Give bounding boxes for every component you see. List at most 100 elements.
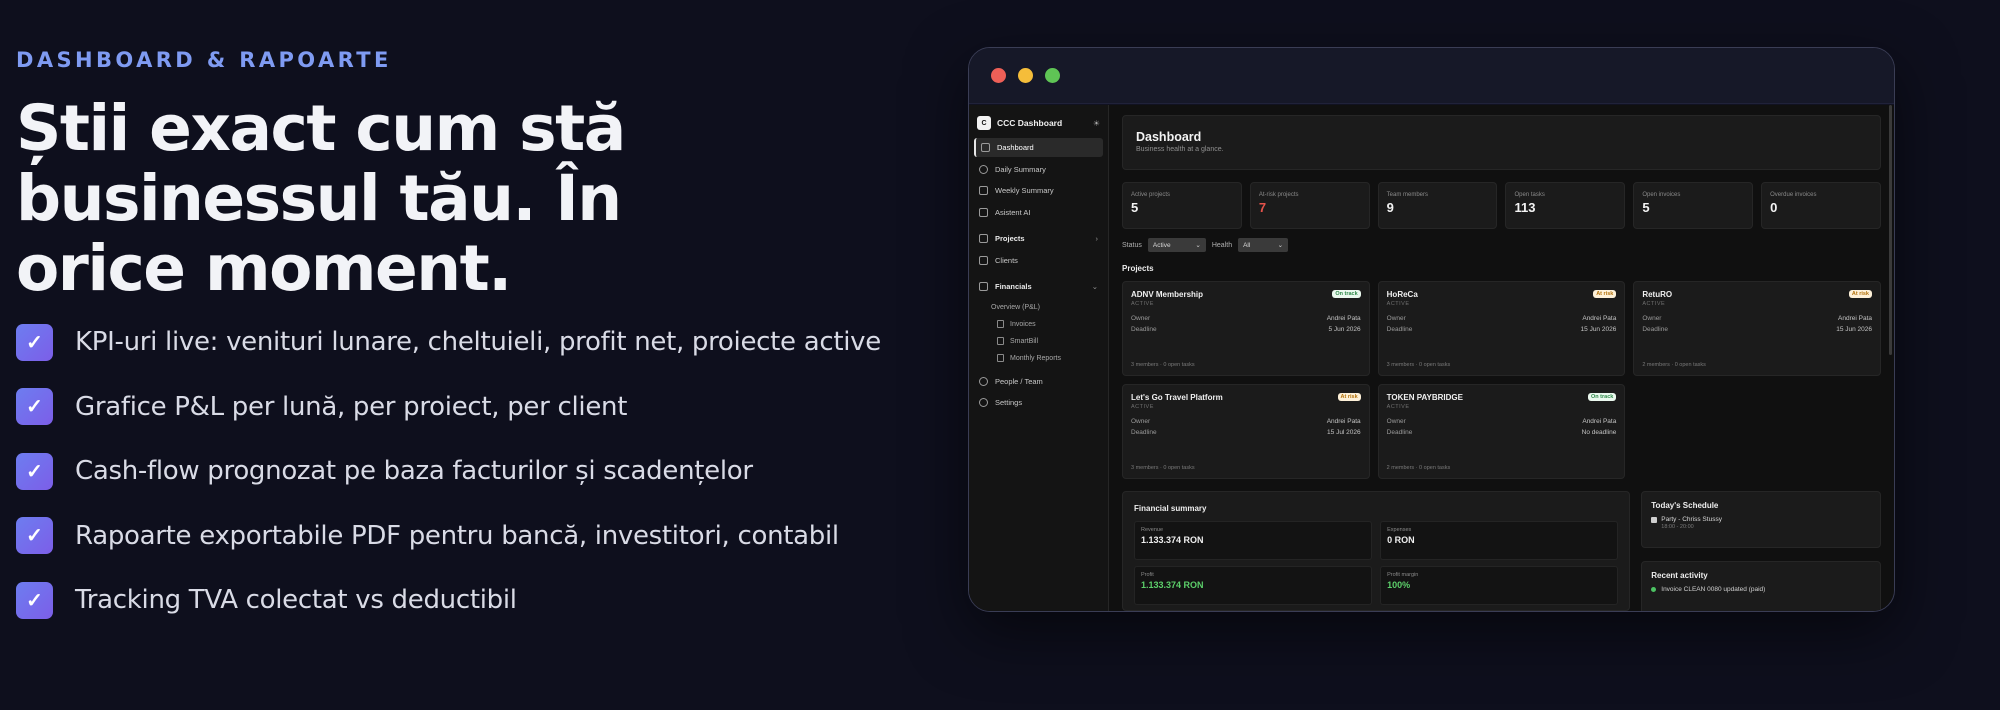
- kpi-value: 5: [1131, 200, 1139, 215]
- owner-label: Owner: [1386, 418, 1406, 425]
- sidebar-item-label: Settings: [995, 398, 1023, 407]
- project-name: RetuRO: [1642, 290, 1673, 299]
- theme-toggle-icon[interactable]: ☀: [1093, 119, 1100, 128]
- invoice-icon: [997, 320, 1004, 328]
- kpi-value: 0: [1770, 200, 1778, 215]
- bottom-row: Financial summary Revenue 1.133.374 RON E…: [1122, 491, 1881, 611]
- sidebar-item-weekly-summary[interactable]: Weekly Summary: [974, 181, 1103, 200]
- feature-item: ✓ Rapoarte exportabile PDF pentru bancă, …: [16, 504, 916, 569]
- activity-text: Invoice CLEAN 0080 updated (paid): [1661, 586, 1766, 593]
- status-filter-value: Active: [1152, 241, 1171, 249]
- chevron-down-icon: ⌄: [1277, 242, 1284, 249]
- project-name: HoReCa: [1386, 290, 1418, 299]
- project-status: ACTIVE: [1131, 301, 1154, 307]
- calendar-icon: [1651, 516, 1658, 523]
- project-card[interactable]: HoReCa ACTIVE At risk Owner Andrei Pata D…: [1377, 281, 1626, 376]
- owner-value: Andrei Pata: [1326, 418, 1361, 425]
- revenue-value: 1.133.374 RON: [1141, 535, 1204, 545]
- sidebar-item-label: Asistent AI: [995, 207, 1031, 217]
- feature-item: ✓ Grafice P&L per lună, per proiect, per …: [16, 375, 916, 440]
- deadline-value: 5 Jun 2026: [1328, 326, 1361, 333]
- sidebar-item-projects[interactable]: Projects ›: [974, 229, 1103, 248]
- kpi-value: 113: [1514, 200, 1536, 215]
- project-card[interactable]: RetuRO ACTIVE At risk Owner Andrei Pata D…: [1633, 281, 1881, 376]
- project-grid: ADNV Membership ACTIVE On track Owner And…: [1122, 281, 1881, 479]
- kpi-value: 7: [1258, 200, 1267, 215]
- project-card[interactable]: Let's Go Travel Platform ACTIVE At risk …: [1122, 384, 1370, 479]
- kpi-card: Team members 9: [1377, 182, 1498, 229]
- project-card[interactable]: TOKEN PAYBRIDGE ACTIVE On track Owner And…: [1377, 384, 1626, 479]
- sidebar-subitem-invoices[interactable]: Invoices: [974, 316, 1103, 333]
- owner-label: Owner: [1642, 315, 1662, 322]
- sidebar: C CCC Dashboard ☀ Dashboard Daily Summar…: [969, 105, 1109, 611]
- schedule-card: Today's Schedule Party - Chriss Stussy 1…: [1641, 491, 1881, 548]
- sidebar-subitem-smartbill[interactable]: SmartBill: [974, 333, 1103, 350]
- chevron-down-icon: ⌄: [1091, 282, 1098, 291]
- deadline-label: Deadline: [1386, 429, 1413, 436]
- deadline-value: 15 Jun 2026: [1836, 326, 1872, 333]
- sidebar-item-label: SmartBill: [1010, 337, 1039, 345]
- sidebar-item-ai-assistant[interactable]: Asistent AI: [974, 203, 1103, 222]
- health-badge: At risk: [1848, 290, 1872, 298]
- minimize-window-dot[interactable]: [1018, 68, 1033, 83]
- deadline-label: Deadline: [1131, 326, 1157, 333]
- feature-text: Cash-flow prognozat pe baza facturilor ș…: [75, 456, 753, 487]
- sidebar-subitem-overview[interactable]: Overview (P&L): [974, 299, 1103, 316]
- check-icon: ✓: [16, 581, 53, 619]
- health-filter-label: Health: [1211, 241, 1233, 249]
- filter-bar: Status Active ⌄ Health All ⌄: [1122, 238, 1881, 252]
- profit-label: Profit: [1141, 572, 1154, 578]
- status-dot-icon: [1651, 587, 1657, 592]
- event-title: Party - Chriss Stussy: [1661, 516, 1722, 523]
- sidebar-item-label: Weekly Summary: [995, 186, 1054, 195]
- gear-icon: [979, 398, 988, 407]
- folder-icon: [979, 234, 988, 243]
- kpi-label: At-risk projects: [1258, 192, 1299, 198]
- recent-activity-title: Recent activity: [1651, 571, 1708, 580]
- owner-label: Owner: [1131, 418, 1151, 425]
- grid-icon: [981, 143, 990, 152]
- status-filter-select[interactable]: Active ⌄: [1147, 238, 1206, 252]
- recent-activity-card: Recent activity Invoice CLEAN 0080 updat…: [1641, 561, 1881, 611]
- schedule-event[interactable]: Party - Chriss Stussy: [1651, 516, 1871, 523]
- projects-section-title: Projects: [1122, 264, 1154, 273]
- health-filter-value: All: [1243, 241, 1251, 249]
- sidebar-item-settings[interactable]: Settings: [974, 393, 1103, 412]
- sun-icon: [979, 164, 988, 174]
- scrollbar[interactable]: [1889, 105, 1892, 355]
- owner-value: Andrei Pata: [1582, 418, 1617, 425]
- sidebar-item-label: People / Team: [995, 376, 1043, 386]
- sidebar-item-dashboard[interactable]: Dashboard: [974, 138, 1103, 157]
- revenue-box: Revenue 1.133.374 RON: [1134, 521, 1373, 560]
- page-subtitle: Business health at a glance.: [1136, 146, 1224, 153]
- sidebar-item-daily-summary[interactable]: Daily Summary: [974, 160, 1103, 179]
- owner-label: Owner: [1386, 315, 1406, 322]
- sidebar-item-financials[interactable]: Financials ⌄: [974, 277, 1103, 296]
- project-card[interactable]: ADNV Membership ACTIVE On track Owner And…: [1122, 281, 1370, 376]
- sidebar-item-label: Daily Summary: [995, 164, 1046, 174]
- profit-box: Profit 1.133.374 RON: [1134, 566, 1373, 605]
- maximize-window-dot[interactable]: [1045, 68, 1060, 83]
- window-titlebar: [969, 48, 1894, 104]
- owner-label: Owner: [1131, 315, 1151, 322]
- project-status: ACTIVE: [1642, 301, 1666, 307]
- sidebar-item-people[interactable]: People / Team: [974, 372, 1103, 391]
- brand-name: CCC Dashboard: [997, 118, 1063, 128]
- sidebar-item-clients[interactable]: Clients: [974, 251, 1103, 270]
- owner-value: Andrei Pata: [1582, 315, 1617, 322]
- sidebar-subitem-monthly-reports[interactable]: Monthly Reports: [974, 350, 1103, 367]
- financial-summary-card: Financial summary Revenue 1.133.374 RON E…: [1122, 491, 1631, 611]
- users-icon: [979, 376, 988, 386]
- close-window-dot[interactable]: [991, 68, 1006, 83]
- health-filter-select[interactable]: All ⌄: [1238, 238, 1289, 252]
- event-time: 18:00 - 20:00: [1661, 524, 1694, 530]
- deadline-label: Deadline: [1131, 429, 1157, 436]
- margin-label: Profit margin: [1387, 572, 1419, 578]
- eyebrow-label: DASHBOARD & RAPOARTE: [16, 48, 392, 72]
- deadline-label: Deadline: [1642, 326, 1668, 333]
- wallet-icon: [979, 282, 988, 291]
- revenue-label: Revenue: [1141, 527, 1164, 533]
- feature-text: KPI-uri live: venituri lunare, cheltuiel…: [75, 327, 881, 358]
- health-badge: On track: [1332, 290, 1361, 298]
- activity-item[interactable]: Invoice CLEAN 0080 updated (paid): [1651, 586, 1871, 593]
